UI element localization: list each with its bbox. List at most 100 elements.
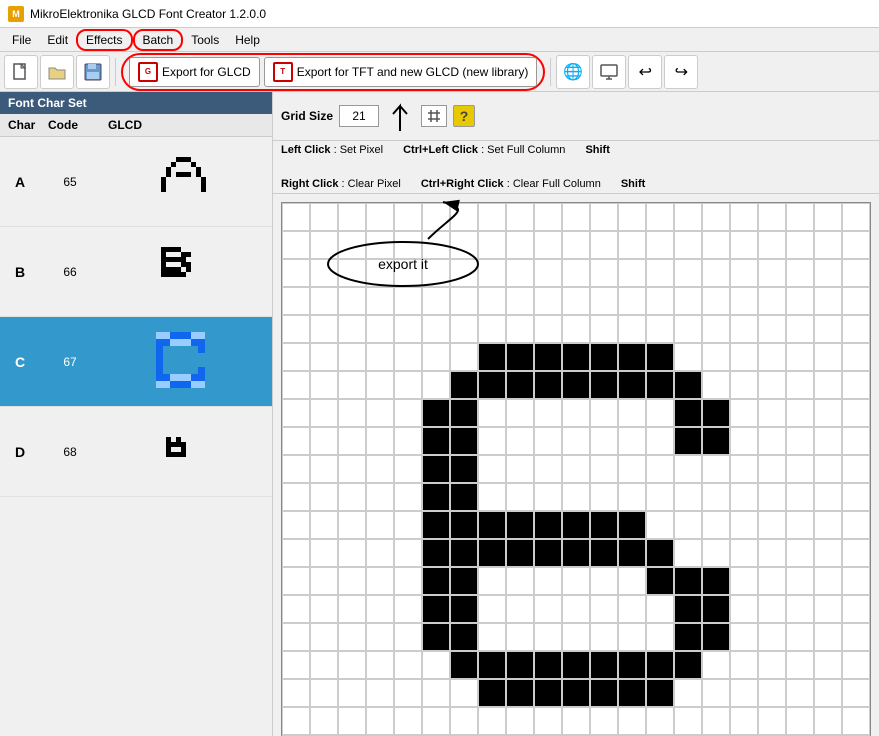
pixel-cell[interactable] (562, 539, 590, 567)
pixel-cell[interactable] (450, 399, 478, 427)
pixel-cell[interactable] (786, 259, 814, 287)
pixel-cell[interactable] (562, 707, 590, 735)
pixel-cell[interactable] (646, 259, 674, 287)
pixel-cell[interactable] (394, 483, 422, 511)
pixel-cell[interactable] (730, 371, 758, 399)
pixel-cell[interactable] (786, 623, 814, 651)
pixel-cell[interactable] (786, 651, 814, 679)
pixel-cell[interactable] (674, 707, 702, 735)
pixel-cell[interactable] (562, 455, 590, 483)
pixel-cell[interactable] (422, 427, 450, 455)
pixel-cell[interactable] (842, 623, 870, 651)
pixel-cell[interactable] (394, 623, 422, 651)
pixel-cell[interactable] (842, 483, 870, 511)
pixel-cell[interactable] (338, 399, 366, 427)
pixel-cell[interactable] (786, 315, 814, 343)
pixel-cell[interactable] (730, 707, 758, 735)
pixel-cell[interactable] (674, 595, 702, 623)
pixel-cell[interactable] (618, 539, 646, 567)
pixel-cell[interactable] (702, 567, 730, 595)
pixel-cell[interactable] (618, 679, 646, 707)
pixel-cell[interactable] (282, 651, 310, 679)
pixel-cell[interactable] (646, 679, 674, 707)
pixel-cell[interactable] (506, 203, 534, 231)
pixel-cell[interactable] (646, 399, 674, 427)
pixel-cell[interactable] (786, 399, 814, 427)
export-tft-button[interactable]: T Export for TFT and new GLCD (new libra… (264, 57, 538, 87)
pixel-cell[interactable] (394, 539, 422, 567)
pixel-cell[interactable] (562, 343, 590, 371)
pixel-cell[interactable] (366, 567, 394, 595)
pixel-cell[interactable] (506, 623, 534, 651)
pixel-cell[interactable] (758, 539, 786, 567)
pixel-cell[interactable] (478, 539, 506, 567)
pixel-cell[interactable] (478, 399, 506, 427)
pixel-cell[interactable] (674, 567, 702, 595)
pixel-cell[interactable] (534, 707, 562, 735)
pixel-cell[interactable] (674, 315, 702, 343)
pixel-cell[interactable] (842, 539, 870, 567)
pixel-cell[interactable] (842, 651, 870, 679)
pixel-cell[interactable] (590, 567, 618, 595)
pixel-cell[interactable] (534, 623, 562, 651)
pixel-cell[interactable] (450, 539, 478, 567)
pixel-cell[interactable] (422, 707, 450, 735)
pixel-cell[interactable] (394, 595, 422, 623)
pixel-cell[interactable] (674, 623, 702, 651)
pixel-cell[interactable] (422, 203, 450, 231)
pixel-cell[interactable] (450, 595, 478, 623)
pixel-cell[interactable] (282, 287, 310, 315)
pixel-cell[interactable] (534, 259, 562, 287)
pixel-cell[interactable] (534, 455, 562, 483)
pixel-cell[interactable] (786, 371, 814, 399)
pixel-cell[interactable] (730, 539, 758, 567)
pixel-cell[interactable] (282, 427, 310, 455)
pixel-cell[interactable] (702, 651, 730, 679)
pixel-cell[interactable] (730, 399, 758, 427)
pixel-cell[interactable] (534, 511, 562, 539)
pixel-cell[interactable] (534, 287, 562, 315)
pixel-cell[interactable] (282, 455, 310, 483)
pixel-cell[interactable] (534, 427, 562, 455)
export-glcd-button[interactable]: G Export for GLCD (129, 57, 260, 87)
pixel-cell[interactable] (618, 231, 646, 259)
pixel-cell[interactable] (450, 203, 478, 231)
pixel-cell[interactable] (310, 343, 338, 371)
pixel-cell[interactable] (282, 511, 310, 539)
pixel-cell[interactable] (422, 651, 450, 679)
pixel-cell[interactable] (450, 483, 478, 511)
pixel-cell[interactable] (338, 679, 366, 707)
pixel-cell[interactable] (590, 259, 618, 287)
pixel-cell[interactable] (478, 287, 506, 315)
pixel-cell[interactable] (310, 371, 338, 399)
pixel-cell[interactable] (842, 595, 870, 623)
pixel-cell[interactable] (310, 203, 338, 231)
pixel-cell[interactable] (618, 427, 646, 455)
pixel-cell[interactable] (842, 427, 870, 455)
menu-file[interactable]: File (4, 31, 39, 49)
pixel-cell[interactable] (590, 511, 618, 539)
pixel-cell[interactable] (646, 371, 674, 399)
pixel-cell[interactable] (338, 511, 366, 539)
pixel-cell[interactable] (590, 231, 618, 259)
pixel-cell[interactable] (338, 287, 366, 315)
pixel-cell[interactable] (646, 231, 674, 259)
pixel-cell[interactable] (730, 455, 758, 483)
pixel-cell[interactable] (478, 343, 506, 371)
pixel-cell[interactable] (562, 287, 590, 315)
pixel-cell[interactable] (842, 399, 870, 427)
pixel-cell[interactable] (534, 651, 562, 679)
pixel-cell[interactable] (338, 231, 366, 259)
pixel-cell[interactable] (842, 343, 870, 371)
pixel-cell[interactable] (310, 595, 338, 623)
pixel-cell[interactable] (478, 455, 506, 483)
pixel-cell[interactable] (282, 203, 310, 231)
pixel-cell[interactable] (702, 287, 730, 315)
pixel-cell[interactable] (590, 399, 618, 427)
pixel-cell[interactable] (618, 595, 646, 623)
pixel-cell[interactable] (646, 567, 674, 595)
pixel-cell[interactable] (758, 399, 786, 427)
pixel-cell[interactable] (422, 315, 450, 343)
pixel-cell[interactable] (646, 707, 674, 735)
pixel-cell[interactable] (786, 567, 814, 595)
